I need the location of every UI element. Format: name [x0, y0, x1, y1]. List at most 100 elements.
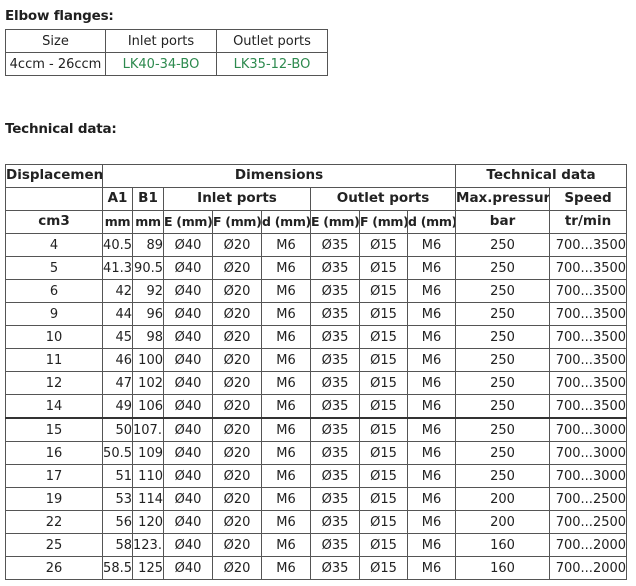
unit-mm-a1: mm: [102, 210, 133, 234]
max-pressure-cell: 160: [455, 556, 551, 580]
outlet-e-cell: Ø35: [310, 371, 360, 395]
outlet-d-cell: M6: [406, 441, 457, 465]
inlet-e-cell: Ø40: [163, 371, 213, 395]
inlet-e-cell: Ø40: [163, 533, 213, 557]
a1-cell: 51: [102, 464, 133, 488]
outlet-f-cell: Ø15: [359, 417, 408, 442]
displacement-cell: 25: [5, 533, 103, 557]
speed-cell: 700...3000: [549, 417, 628, 442]
inlet-d-cell: M6: [261, 487, 311, 511]
outlet-d-cell: M6: [406, 464, 457, 488]
b1-cell: 107.5: [132, 417, 164, 442]
outlet-d-cell: M6: [406, 348, 457, 372]
outlet-f-cell: Ø15: [359, 556, 408, 580]
max-pressure-cell: 200: [455, 510, 551, 534]
displacement-cell: 9: [5, 302, 103, 326]
inlet-e-cell: Ø40: [163, 510, 213, 534]
max-pressure-cell: 250: [455, 256, 551, 280]
inlet-f-cell: Ø20: [212, 510, 262, 534]
inlet-f-cell: Ø20: [212, 348, 262, 372]
unit-d-inlet: d (mm): [261, 210, 311, 234]
inlet-port-link[interactable]: LK40-34-BO: [105, 52, 217, 76]
displacement-cell: 5: [5, 256, 103, 280]
speed-cell: 700...3500: [549, 325, 628, 349]
inlet-d-cell: M6: [261, 533, 311, 557]
b1-cell: 89: [132, 233, 164, 257]
outlet-f-cell: Ø15: [359, 487, 408, 511]
displacement-cell: 17: [5, 464, 103, 488]
header-row-2: A1 B1 Inlet ports Outlet ports Max.press…: [5, 187, 628, 211]
b1-cell: 98: [132, 325, 164, 349]
outlet-e-cell: Ø35: [310, 302, 360, 326]
speed-cell: 700...3000: [549, 441, 628, 465]
outlet-d-cell: M6: [406, 510, 457, 534]
max-pressure-cell: 160: [455, 533, 551, 557]
outlet-e-cell: Ø35: [310, 279, 360, 303]
outlet-e-cell: Ø35: [310, 556, 360, 580]
table-row: 17 51 110 Ø40 Ø20 M6 Ø35 Ø15 M6 250 700...3000: [5, 464, 628, 488]
a1-cell: 42: [102, 279, 133, 303]
header-row-units: cm3 mm mm E (mm) F (mm) d (mm) E (mm) F …: [5, 210, 628, 234]
outlet-e-cell: Ø35: [310, 441, 360, 465]
outlet-port-link[interactable]: LK35-12-BO: [216, 52, 328, 76]
displacement-cell: 11: [5, 348, 103, 372]
displacement-cell: 15: [5, 417, 103, 442]
table-row: 14 49 106 Ø40 Ø20 M6 Ø35 Ø15 M6 250 700...3500: [5, 394, 628, 419]
inlet-f-cell: Ø20: [212, 371, 262, 395]
speed-cell: 700...3500: [549, 348, 628, 372]
outlet-d-cell: M6: [406, 417, 457, 442]
elbow-flanges-table: Size Inlet ports Outlet ports 4ccm - 26c…: [5, 29, 328, 76]
a1-cell: 47: [102, 371, 133, 395]
inlet-e-cell: Ø40: [163, 487, 213, 511]
outlet-f-cell: Ø15: [359, 394, 408, 419]
displacement-cell: 19: [5, 487, 103, 511]
table-row: 19 53 114 Ø40 Ø20 M6 Ø35 Ø15 M6 200 700...2500: [5, 487, 628, 511]
inlet-d-cell: M6: [261, 371, 311, 395]
speed-cell: 700...3500: [549, 371, 628, 395]
outlet-e-cell: Ø35: [310, 348, 360, 372]
table-row: 4 40.5 89 Ø40 Ø20 M6 Ø35 Ø15 M6 250 700...3500: [5, 233, 628, 257]
outlet-d-cell: M6: [406, 533, 457, 557]
outlet-d-cell: M6: [406, 487, 457, 511]
technical-data-table: Displacement Dimensions Technical data A…: [5, 164, 628, 580]
unit-tr-min: tr/min: [549, 210, 628, 234]
inlet-e-cell: Ø40: [163, 394, 213, 419]
a1-cell: 44: [102, 302, 133, 326]
unit-cm3: cm3: [5, 210, 103, 234]
a1-cell: 58.5: [102, 556, 133, 580]
speed-cell: 700...3500: [549, 394, 628, 419]
unit-f-outlet: F (mm): [359, 210, 408, 234]
b1-cell: 123.5: [132, 533, 164, 557]
displacement-cell: 16: [5, 441, 103, 465]
b1-cell: 96: [132, 302, 164, 326]
outlet-f-cell: Ø15: [359, 348, 408, 372]
a1-cell: 40.5: [102, 233, 133, 257]
inlet-f-cell: Ø20: [212, 279, 262, 303]
unit-e-outlet: E (mm): [310, 210, 360, 234]
header-size: Size: [5, 29, 106, 53]
outlet-e-cell: Ø35: [310, 417, 360, 442]
inlet-d-cell: M6: [261, 348, 311, 372]
header-displacement: Displacement: [5, 164, 103, 188]
inlet-d-cell: M6: [261, 510, 311, 534]
inlet-e-cell: Ø40: [163, 464, 213, 488]
inlet-d-cell: M6: [261, 256, 311, 280]
a1-cell: 50.5: [102, 441, 133, 465]
header-max-pressure: Max.pressure: [455, 187, 551, 211]
inlet-d-cell: M6: [261, 464, 311, 488]
outlet-e-cell: Ø35: [310, 256, 360, 280]
inlet-f-cell: Ø20: [212, 441, 262, 465]
outlet-e-cell: Ø35: [310, 487, 360, 511]
speed-cell: 700...3500: [549, 233, 628, 257]
header-technical-data: Technical data: [455, 164, 628, 188]
inlet-f-cell: Ø20: [212, 556, 262, 580]
a1-cell: 49: [102, 394, 133, 419]
inlet-d-cell: M6: [261, 394, 311, 419]
outlet-d-cell: M6: [406, 279, 457, 303]
speed-cell: 700...2000: [549, 556, 628, 580]
b1-cell: 90.5: [132, 256, 164, 280]
max-pressure-cell: 250: [455, 279, 551, 303]
outlet-f-cell: Ø15: [359, 464, 408, 488]
speed-cell: 700...2500: [549, 487, 628, 511]
outlet-f-cell: Ø15: [359, 371, 408, 395]
